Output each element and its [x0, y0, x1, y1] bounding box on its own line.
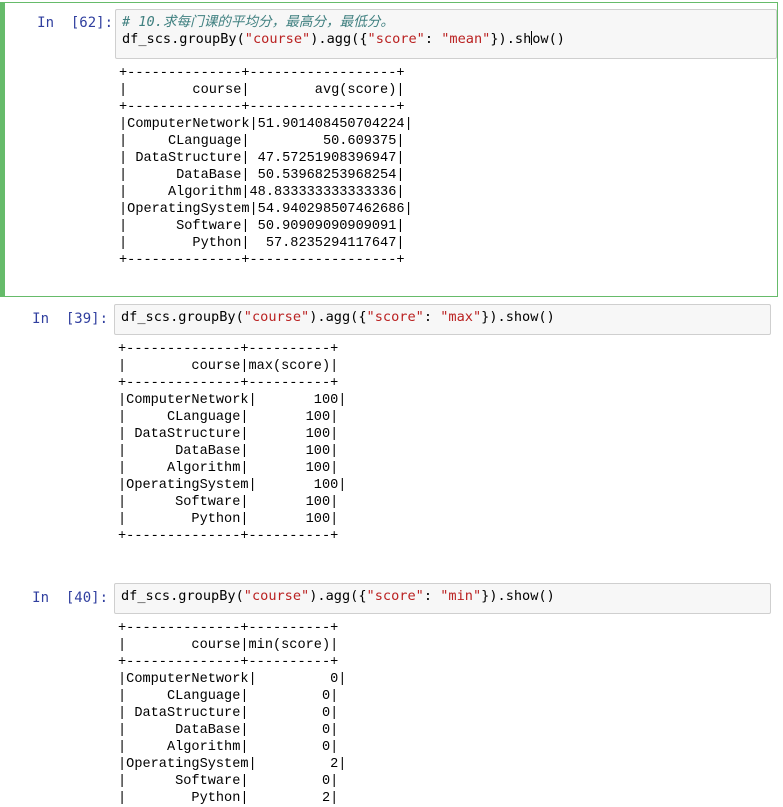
code-line: df_scs.groupBy("course").agg({"score": "… — [121, 588, 555, 604]
cell-prompt: In [40]: — [32, 590, 108, 606]
cell-prompt: In [39]: — [32, 311, 108, 327]
code-line: df_scs.groupBy("course").agg({"score": "… — [122, 31, 565, 47]
cell-output-table: +--------------+----------+ | course|max… — [118, 342, 347, 544]
code-line: df_scs.groupBy("course").agg({"score": "… — [121, 309, 555, 325]
code-comment: # 10.求每门课的平均分，最高分，最低分。 — [122, 14, 395, 30]
notebook-cell-40[interactable]: In [40]: df_scs.groupBy("course").agg({"… — [0, 579, 783, 806]
notebook-cell-39[interactable]: In [39]: df_scs.groupBy("course").agg({"… — [0, 300, 783, 560]
code-input[interactable]: df_scs.groupBy("course").agg({"score": "… — [114, 304, 771, 335]
code-input[interactable]: df_scs.groupBy("course").agg({"score": "… — [114, 583, 771, 614]
cell-prompt: In [62]: — [37, 15, 113, 31]
cell-output-table: +--------------+----------+ | course|min… — [118, 621, 347, 806]
code-input[interactable]: # 10.求每门课的平均分，最高分，最低分。 df_scs.groupBy("c… — [115, 9, 777, 59]
notebook-cell-62[interactable]: In [62]: # 10.求每门课的平均分，最高分，最低分。 df_scs.g… — [0, 2, 778, 297]
cell-output-table: +--------------+------------------+ | co… — [119, 66, 413, 268]
